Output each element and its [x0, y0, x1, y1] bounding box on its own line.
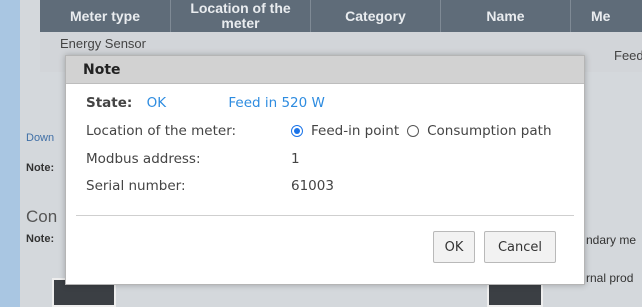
download-link[interactable]: Down	[26, 132, 54, 144]
note-label: Note:	[26, 162, 55, 174]
feed-in-point-label[interactable]: Feed-in point	[311, 123, 399, 139]
column-header-more: Me	[570, 0, 642, 32]
column-header-name: Name	[440, 0, 570, 32]
background-text-internal: rnal prod	[586, 271, 634, 285]
state-row: State: OK Feed in 520 W	[86, 95, 325, 111]
state-value: OK	[146, 95, 167, 111]
cell-location: Feed	[614, 48, 642, 63]
modbus-value: 1	[291, 151, 300, 167]
serial-row: Serial number: 61003	[86, 178, 566, 194]
location-label: Location of the meter:	[86, 123, 237, 139]
section-heading: Con	[26, 207, 58, 226]
cell-meter-type: Energy Sensor	[60, 36, 146, 51]
ok-button[interactable]: OK	[433, 231, 475, 263]
dialog-divider	[76, 215, 574, 216]
background-text-secondary: ndary me	[586, 233, 637, 247]
column-header-meter-type: Meter type	[69, 7, 141, 24]
serial-value: 61003	[291, 178, 334, 194]
consumption-path-radio[interactable]	[407, 125, 420, 137]
dialog-title: Note	[66, 56, 584, 84]
note-label-2: Note:	[26, 233, 55, 245]
meter-table-header: Meter type Location of the meter Categor…	[40, 0, 642, 32]
serial-label: Serial number:	[86, 178, 186, 194]
feed-in-point-radio[interactable]	[291, 125, 303, 137]
note-dialog: Note State: OK Feed in 520 W Location of…	[65, 55, 585, 285]
location-row: Location of the meter: Feed-in point Con…	[86, 123, 566, 139]
location-radio-group: Feed-in point Consumption path	[291, 123, 552, 139]
modbus-label: Modbus address:	[86, 151, 201, 167]
modbus-row: Modbus address: 1	[86, 151, 566, 167]
feed-in-value: Feed in 520 W	[228, 95, 325, 111]
state-label: State:	[86, 95, 133, 111]
cancel-button[interactable]: Cancel	[484, 231, 556, 263]
column-header-category: Category	[310, 0, 440, 32]
column-header-location: Location of the meter	[170, 0, 310, 32]
consumption-path-label[interactable]: Consumption path	[427, 123, 551, 139]
